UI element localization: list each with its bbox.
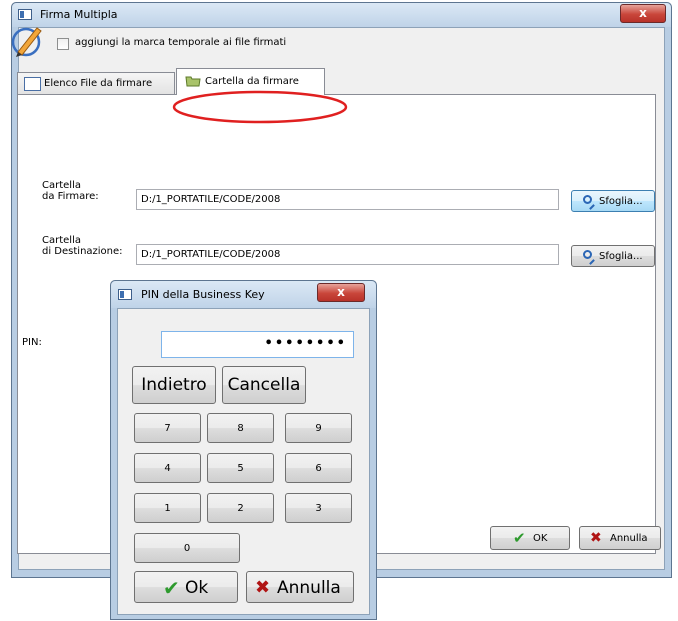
key-label: 8 [237, 423, 244, 434]
key-button-6[interactable]: 1 [134, 493, 201, 523]
check-icon: ✔ [163, 576, 180, 600]
key-label: 6 [315, 463, 322, 474]
pin-dialog-title: PIN della Business Key [141, 288, 265, 301]
source-folder-label-line1: Cartella [42, 180, 81, 191]
folder-icon [185, 76, 201, 87]
key-button-2[interactable]: 9 [285, 413, 352, 443]
clear-label: Cancella [227, 375, 301, 395]
main-title-bar[interactable]: Firma Multipla x [12, 3, 671, 27]
clear-button[interactable]: Cancella [222, 366, 306, 404]
key-button-5[interactable]: 6 [285, 453, 352, 483]
sign-pen-icon [11, 27, 42, 57]
close-icon[interactable]: x [317, 283, 365, 302]
tab-folder-label: Cartella da firmare [205, 76, 299, 87]
browse-source-button[interactable]: Sfoglia... [571, 190, 655, 212]
key-button-4[interactable]: 5 [207, 453, 274, 483]
ok-button[interactable]: ✔ OK [490, 526, 570, 550]
source-folder-label-line2: da Firmare: [42, 191, 99, 202]
close-icon[interactable]: x [620, 4, 666, 23]
timestamp-checkbox-label[interactable]: aggiungi la marca temporale ai file firm… [75, 37, 286, 48]
cancel-label: Annulla [610, 533, 648, 544]
key-label: 2 [237, 503, 244, 514]
main-window-title: Firma Multipla [40, 8, 118, 21]
key-label: 0 [183, 543, 191, 554]
destination-folder-label-line2: di Destinazione: [42, 246, 123, 257]
pin-cancel-label: Annulla [277, 578, 341, 598]
app-window-icon [18, 9, 32, 20]
key-label: 4 [164, 463, 171, 474]
tab-file-list[interactable]: Elenco File da firmare [17, 72, 175, 94]
tab-file-list-label: Elenco File da firmare [44, 78, 153, 89]
cancel-button[interactable]: ✖ Annulla [579, 526, 661, 550]
check-icon: ✔ [513, 529, 526, 547]
source-folder-label: Cartella da Firmare: [42, 180, 99, 202]
pin-window-icon [118, 289, 132, 300]
source-folder-field[interactable]: D:/1_PORTATILE/CODE/2008 [136, 189, 559, 210]
x-icon: ✖ [255, 577, 271, 598]
destination-folder-label: Cartella di Destinazione: [42, 235, 123, 257]
key-label: 1 [164, 503, 171, 514]
browse-destination-label: Sfoglia... [599, 251, 643, 262]
key-label: 7 [164, 423, 171, 434]
key-label: 9 [315, 423, 322, 434]
key-button-8[interactable]: 3 [285, 493, 352, 523]
list-icon [24, 77, 41, 91]
destination-folder-label-line1: Cartella [42, 235, 81, 246]
pin-ok-label: Ok [185, 578, 209, 598]
ok-label: OK [533, 533, 548, 544]
key-button-9[interactable]: 0 [134, 533, 240, 563]
annotation-ellipse [172, 90, 348, 124]
key-button-0[interactable]: 7 [134, 413, 201, 443]
destination-folder-field[interactable]: D:/1_PORTATILE/CODE/2008 [136, 244, 559, 265]
back-button[interactable]: Indietro [132, 366, 216, 404]
search-icon [583, 250, 592, 259]
pin-label: PIN: [22, 337, 42, 348]
back-label: Indietro [141, 375, 207, 395]
pin-cancel-button[interactable]: ✖ Annulla [246, 571, 354, 603]
key-button-1[interactable]: 8 [207, 413, 274, 443]
search-icon [583, 195, 592, 204]
timestamp-checkbox[interactable] [57, 38, 69, 50]
key-label: 3 [315, 503, 322, 514]
pin-ok-button[interactable]: ✔ Ok [134, 571, 238, 603]
x-icon: ✖ [590, 530, 602, 546]
key-label: 5 [237, 463, 244, 474]
key-button-3[interactable]: 4 [134, 453, 201, 483]
browse-destination-button[interactable]: Sfoglia... [571, 245, 655, 267]
browse-source-label: Sfoglia... [599, 196, 643, 207]
pin-title-bar[interactable]: PIN della Business Key x [111, 281, 376, 308]
key-button-7[interactable]: 2 [207, 493, 274, 523]
pin-input[interactable]: •••••••• [161, 331, 354, 358]
